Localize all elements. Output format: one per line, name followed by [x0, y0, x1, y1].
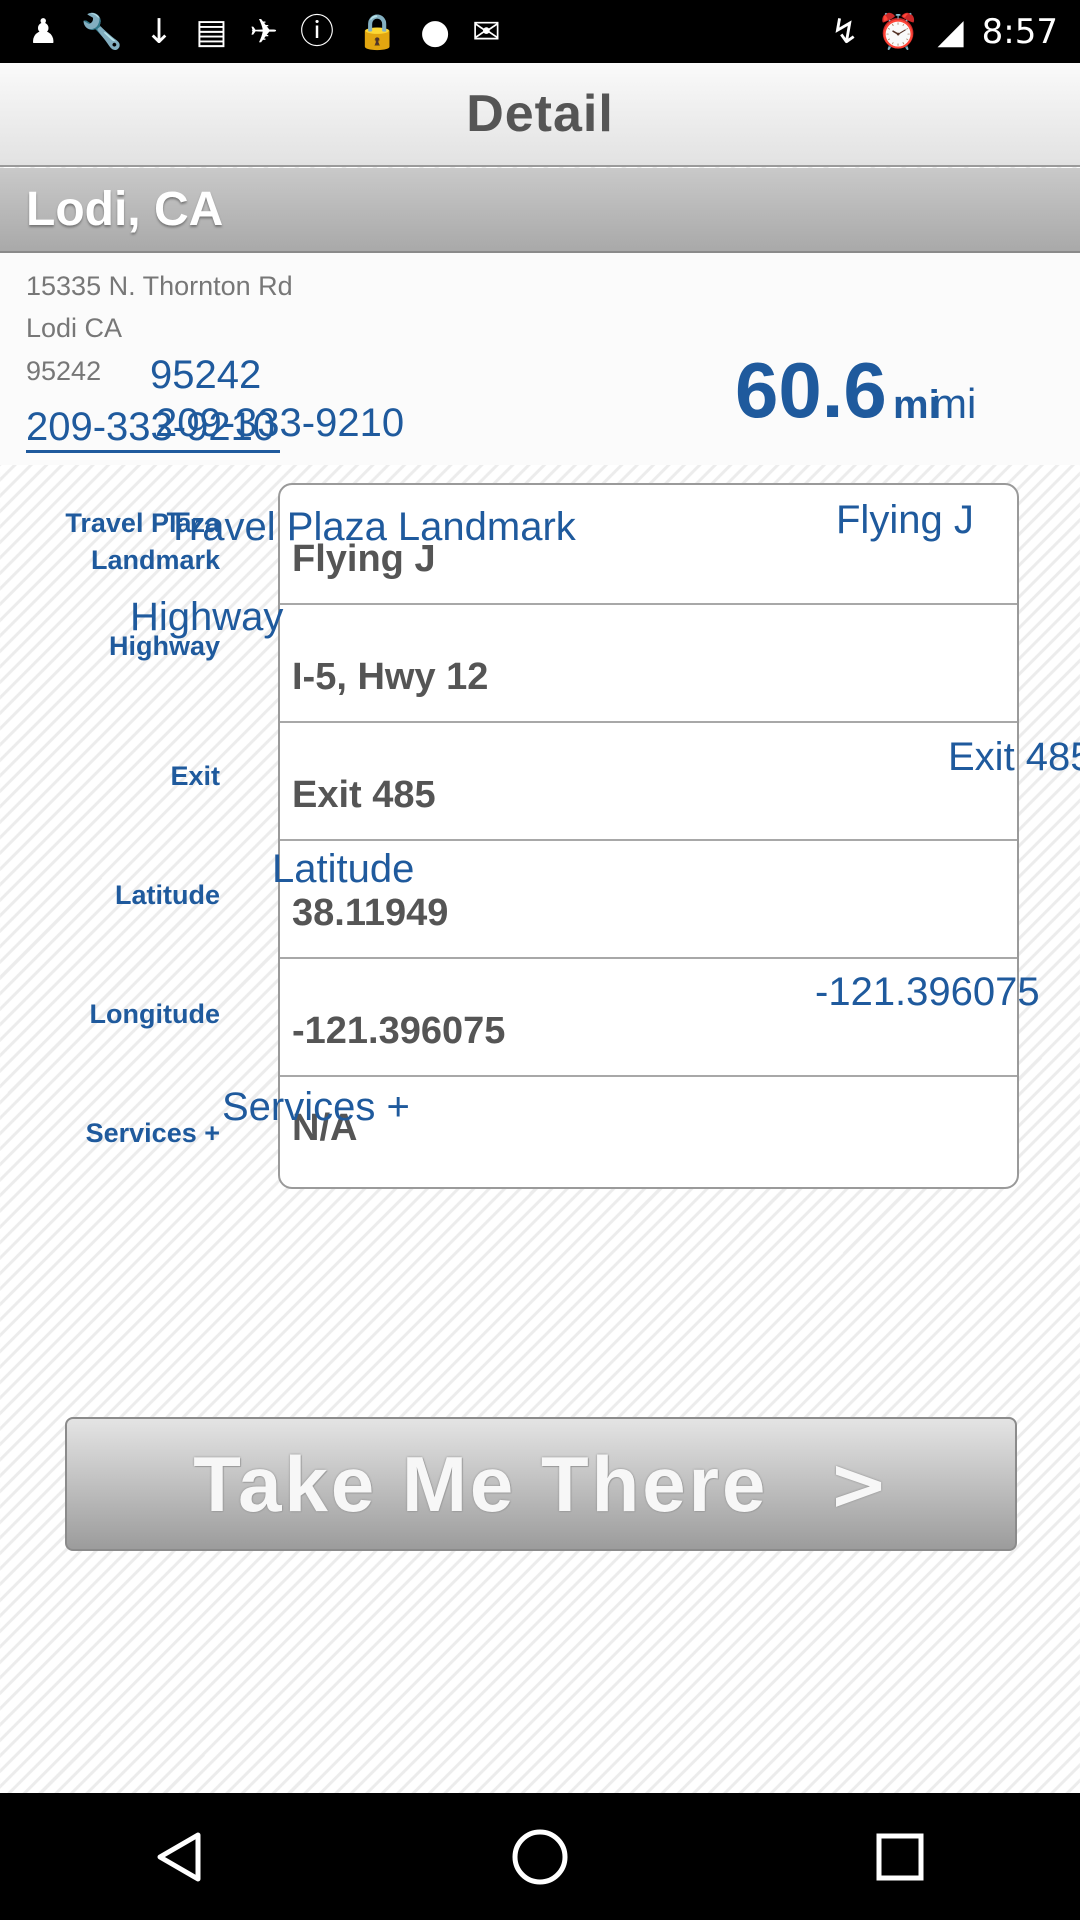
page-title: Detail — [466, 85, 614, 143]
zip-code-overlay: 95242 — [150, 353, 262, 397]
overlay-services: Services + — [222, 1085, 410, 1129]
value-latitude: 38.11949 — [292, 892, 449, 934]
alarm-icon: ⏰ — [877, 11, 920, 52]
recents-button[interactable] — [830, 1807, 970, 1907]
chevron-right-icon: > — [828, 1442, 889, 1526]
overlay-travel-plaza-landmark: Travel Plaza Landmark — [166, 505, 576, 549]
navigation-bar — [0, 1793, 1080, 1920]
take-me-there-label: Take Me There — [193, 1439, 769, 1528]
lock-icon: 🔒 — [355, 11, 399, 52]
take-me-there-button[interactable]: Take Me There > — [65, 1417, 1017, 1551]
android-icon: ● — [420, 11, 450, 52]
location-title: Lodi, CA — [26, 183, 224, 236]
detail-row-highway: I-5, Hwy 12 — [280, 603, 1017, 723]
signal-icon: ◢ — [937, 11, 964, 52]
label-services: Services + — [85, 1118, 220, 1148]
back-icon — [157, 1832, 201, 1881]
status-bar: ♟ 🔧 ↓ ▤ ✈ ⓘ 🔒 ● ✉ ↯ ⏰ ◢ 8:57 — [0, 0, 1080, 63]
distance-unit-overlay: mi — [932, 380, 977, 427]
location-bar: Lodi, CA — [0, 168, 1080, 253]
value-exit: Exit 485 — [292, 774, 436, 816]
detail-row-exit: Exit 485 — [280, 721, 1017, 841]
overlay-longitude: -121.396075 — [815, 970, 1040, 1014]
overlay-highway: Highway — [130, 595, 284, 639]
overlay-latitude: Latitude — [272, 847, 415, 891]
person-icon: ♟ — [28, 11, 59, 52]
title-bar: Detail — [0, 63, 1080, 167]
address-section: 15335 N. Thornton Rd Lodi CA 95242 95242… — [0, 253, 1080, 465]
bluetooth-icon: ↯ — [830, 11, 860, 52]
news-icon: ▤ — [195, 11, 228, 52]
overlay-exit: Exit 485 — [948, 735, 1080, 779]
info-icon: ⓘ — [299, 11, 334, 52]
back-button[interactable] — [110, 1807, 250, 1907]
distance-value: 60.6 — [735, 346, 887, 434]
inbox-icon: ✉ — [471, 11, 501, 52]
detail-card: Flying J I-5, Hwy 12 Exit 485 38.11949 -… — [278, 483, 1019, 1189]
label-longitude: Longitude — [89, 999, 220, 1029]
airplane-fake-icon: ✈ — [249, 11, 278, 52]
value-highway: I-5, Hwy 12 — [292, 656, 489, 698]
city-state: Lodi CA — [26, 313, 123, 343]
download-icon: ↓ — [144, 11, 174, 52]
status-time: 8:57 — [981, 11, 1058, 52]
label-exit: Exit — [170, 761, 220, 791]
overlay-flying-j: Flying J — [836, 498, 974, 542]
label-latitude: Latitude — [115, 880, 220, 910]
phone-overlay: 209-333-9210 — [155, 401, 405, 445]
wrench-icon: 🔧 — [80, 11, 123, 52]
value-longitude: -121.396075 — [292, 1010, 506, 1052]
street-address: 15335 N. Thornton Rd — [26, 271, 293, 301]
home-icon — [512, 1829, 568, 1884]
home-button[interactable] — [470, 1807, 610, 1907]
notification-icons: ♟ 🔧 ↓ ▤ ✈ ⓘ 🔒 ● ✉ — [0, 15, 500, 49]
zip-code: 95242 — [26, 356, 102, 386]
recents-icon — [876, 1833, 924, 1880]
